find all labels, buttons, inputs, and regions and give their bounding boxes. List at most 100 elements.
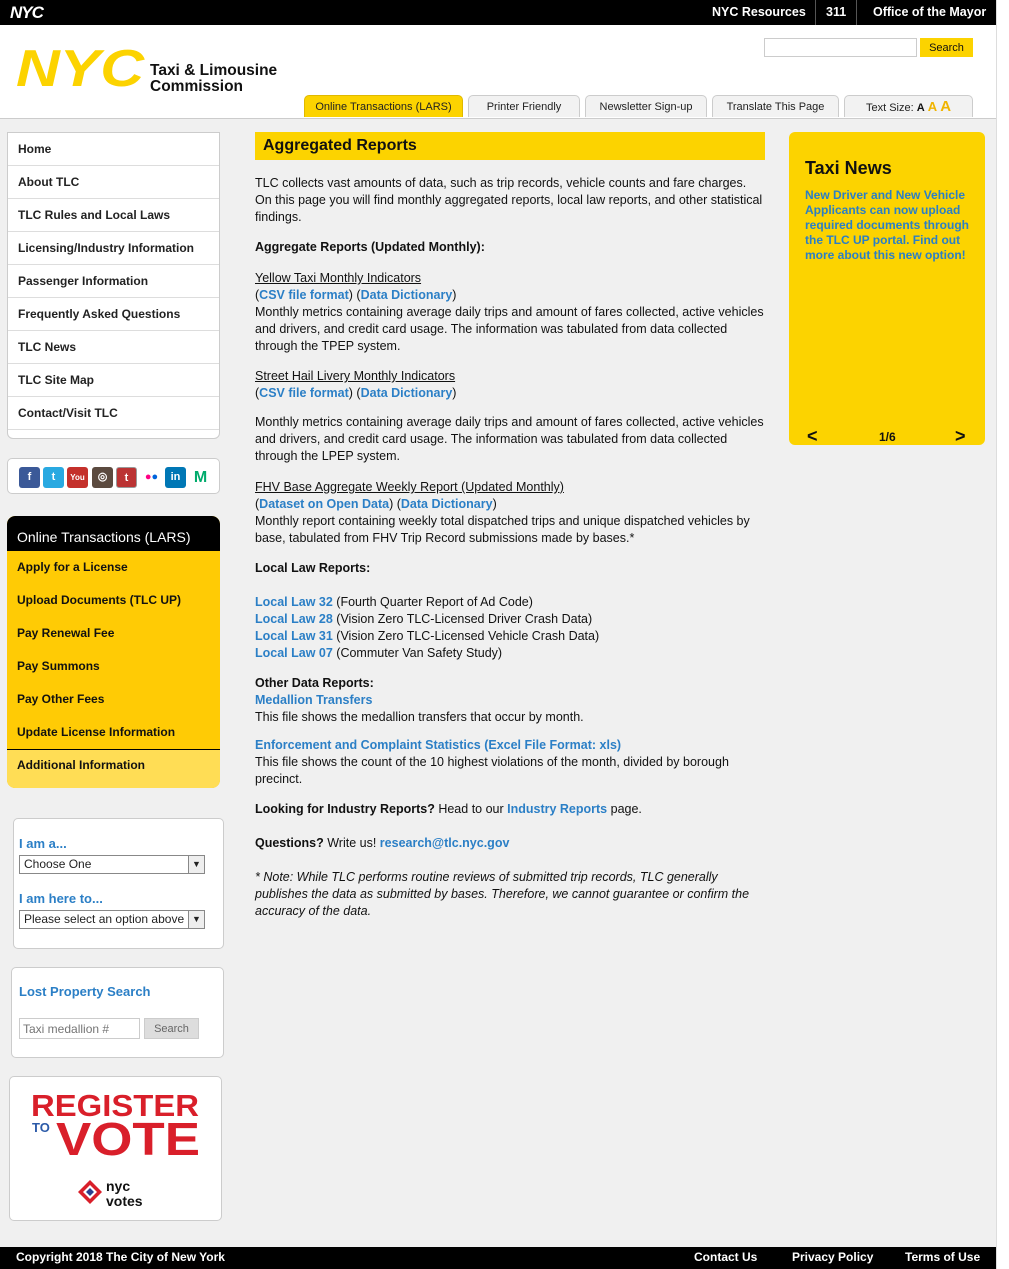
- yellow-taxi-links: (CSV file format) (Data Dictionary): [255, 288, 457, 302]
- nav-item-faq[interactable]: Frequently Asked Questions: [8, 298, 219, 331]
- divider: [815, 0, 816, 25]
- linkedin-icon[interactable]: in: [165, 467, 186, 488]
- apply-license-link[interactable]: Apply for a License: [7, 551, 220, 584]
- nav-item-contact[interactable]: Contact/Visit TLC: [8, 397, 219, 430]
- questions-pre: Write us!: [323, 836, 380, 850]
- fhv-open-data-link[interactable]: Dataset on Open Data: [259, 497, 389, 511]
- local-law-28-link[interactable]: Local Law 28: [255, 612, 333, 626]
- pay-renewal-fee-link[interactable]: Pay Renewal Fee: [7, 617, 220, 650]
- nav-item-home[interactable]: Home: [8, 133, 219, 166]
- yellow-taxi-csv-link[interactable]: CSV file format: [259, 288, 349, 302]
- medallion-input[interactable]: [19, 1018, 140, 1039]
- tab-newsletter-signup[interactable]: Newsletter Sign-up: [585, 95, 707, 117]
- list-item: Local Law 32 (Fourth Quarter Report of A…: [255, 594, 765, 611]
- text-size-medium-button[interactable]: A: [928, 99, 937, 114]
- upload-documents-link[interactable]: Upload Documents (TLC UP): [7, 584, 220, 617]
- youtube-icon[interactable]: You: [67, 467, 88, 488]
- street-hail-title-link[interactable]: Street Hail Livery Monthly Indicators: [255, 368, 765, 385]
- local-law-32-link[interactable]: Local Law 32: [255, 595, 333, 609]
- other-data-reports: Other Data Reports: Medallion Transfers …: [255, 675, 765, 726]
- divider: [856, 0, 857, 25]
- online-transactions-title[interactable]: Online Transactions (LARS): [7, 516, 220, 551]
- lost-property-title[interactable]: Lost Property Search: [19, 984, 151, 999]
- terms-of-use-link[interactable]: Terms of Use: [905, 1250, 980, 1264]
- chevron-down-icon: ▼: [188, 856, 204, 873]
- list-item: Local Law 31 (Vision Zero TLC-Licensed V…: [255, 628, 765, 645]
- street-hail-csv-link[interactable]: CSV file format: [259, 386, 349, 400]
- purpose-select[interactable]: Please select an option above ▼: [19, 910, 205, 929]
- street-hail-dictionary-link[interactable]: Data Dictionary: [361, 386, 453, 400]
- top-bar: NYC NYC Resources 311 Office of the Mayo…: [0, 0, 998, 25]
- main-area: Home About TLC TLC Rules and Local Laws …: [0, 119, 996, 1247]
- update-license-info-link[interactable]: Update License Information: [7, 716, 220, 749]
- contact-us-link[interactable]: Contact Us: [694, 1250, 757, 1264]
- audience-selector: I am a... Choose One ▼ I am here to... P…: [13, 818, 224, 949]
- search-input[interactable]: [764, 38, 917, 57]
- next-arrow-icon[interactable]: >: [955, 426, 966, 447]
- slide-counter: 1/6: [879, 430, 896, 444]
- nav-item-licensing[interactable]: Licensing/Industry Information: [8, 232, 219, 265]
- medallion-transfers-link[interactable]: Medallion Transfers: [255, 692, 765, 709]
- nav-item-passenger[interactable]: Passenger Information: [8, 265, 219, 298]
- nyc-brand[interactable]: NYC: [10, 3, 44, 23]
- search-button[interactable]: Search: [920, 38, 973, 57]
- text-size-large-button[interactable]: A: [940, 98, 951, 115]
- enforcement-statistics-link[interactable]: Enforcement and Complaint Statistics (Ex…: [255, 737, 765, 754]
- logo-text: NYC: [16, 48, 146, 90]
- vertical-scrollbar[interactable]: [996, 0, 1009, 1269]
- fhv-dictionary-link[interactable]: Data Dictionary: [401, 497, 493, 511]
- additional-information-link[interactable]: Additional Information: [7, 749, 220, 788]
- nyc-resources-link[interactable]: NYC Resources: [712, 0, 806, 25]
- tab-translate-page[interactable]: Translate This Page: [712, 95, 839, 117]
- tab-printer-friendly[interactable]: Printer Friendly: [468, 95, 580, 117]
- aggregate-reports-heading: Aggregate Reports (Updated Monthly):: [255, 240, 485, 254]
- industry-reports-link[interactable]: Industry Reports: [507, 802, 607, 816]
- privacy-policy-link[interactable]: Privacy Policy: [792, 1250, 873, 1264]
- local-law-31-desc: (Vision Zero TLC-Licensed Vehicle Crash …: [332, 629, 600, 643]
- yellow-taxi-dictionary-link[interactable]: Data Dictionary: [361, 288, 453, 302]
- register-to-vote-banner[interactable]: REGISTER TO VOTE nyc votes: [9, 1076, 222, 1221]
- pay-summons-link[interactable]: Pay Summons: [7, 650, 220, 683]
- local-law-31-link[interactable]: Local Law 31: [255, 629, 333, 643]
- tab-online-transactions[interactable]: Online Transactions (LARS): [304, 95, 463, 117]
- facebook-icon[interactable]: f: [19, 467, 40, 488]
- flickr-icon[interactable]: ●●: [141, 467, 162, 488]
- pay-other-fees-link[interactable]: Pay Other Fees: [7, 683, 220, 716]
- 311-link[interactable]: 311: [826, 0, 846, 25]
- nav-item-rules[interactable]: TLC Rules and Local Laws: [8, 199, 219, 232]
- street-hail-description: Monthly metrics containing average daily…: [255, 415, 764, 463]
- enforcement-report: Enforcement and Complaint Statistics (Ex…: [255, 737, 765, 788]
- medium-icon[interactable]: M: [190, 467, 211, 488]
- report-street-hail: Street Hail Livery Monthly Indicators (C…: [255, 368, 765, 465]
- text-size-small-button[interactable]: A: [917, 102, 925, 114]
- main-content: Aggregated Reports TLC collects vast amo…: [255, 132, 765, 918]
- local-law-07-link[interactable]: Local Law 07: [255, 646, 333, 660]
- site-title[interactable]: Taxi & Limousine Commission: [150, 63, 277, 94]
- industry-question: Looking for Industry Reports?: [255, 802, 435, 816]
- local-law-list: Local Law 32 (Fourth Quarter Report of A…: [255, 594, 765, 662]
- research-email-link[interactable]: research@tlc.nyc.gov: [380, 836, 510, 850]
- left-navigation: Home About TLC TLC Rules and Local Laws …: [7, 132, 220, 439]
- nyc-logo[interactable]: NYC: [16, 48, 146, 90]
- yellow-taxi-title-link[interactable]: Yellow Taxi Monthly Indicators: [255, 270, 765, 287]
- nav-item-sitemap[interactable]: TLC Site Map: [8, 364, 219, 397]
- local-law-07-desc: (Commuter Van Safety Study): [332, 646, 503, 660]
- data-note: * Note: While TLC performs routine revie…: [255, 870, 750, 918]
- social-links: f t You ◎ t ●● in M: [7, 458, 220, 494]
- list-item: Local Law 07 (Commuter Van Safety Study): [255, 645, 765, 662]
- i-am-select[interactable]: Choose One ▼: [19, 855, 205, 874]
- votes-brand-text: votes: [106, 1193, 143, 1209]
- instagram-icon[interactable]: ◎: [92, 467, 113, 488]
- fhv-description: Monthly report containing weekly total d…: [255, 514, 750, 545]
- twitter-icon[interactable]: t: [43, 467, 64, 488]
- office-of-mayor-link[interactable]: Office of the Mayor: [873, 0, 986, 25]
- tumblr-icon[interactable]: t: [116, 467, 137, 488]
- fhv-title-link[interactable]: FHV Base Aggregate Weekly Report (Update…: [255, 479, 765, 496]
- nav-item-news[interactable]: TLC News: [8, 331, 219, 364]
- previous-arrow-icon[interactable]: <: [807, 426, 818, 447]
- nav-item-about[interactable]: About TLC: [8, 166, 219, 199]
- lost-property-search-button[interactable]: Search: [144, 1018, 199, 1039]
- enforcement-description: This file shows the count of the 10 high…: [255, 755, 729, 786]
- taxi-news-story-link[interactable]: New Driver and New Vehicle Applicants ca…: [805, 188, 975, 263]
- industry-post: page.: [607, 802, 642, 816]
